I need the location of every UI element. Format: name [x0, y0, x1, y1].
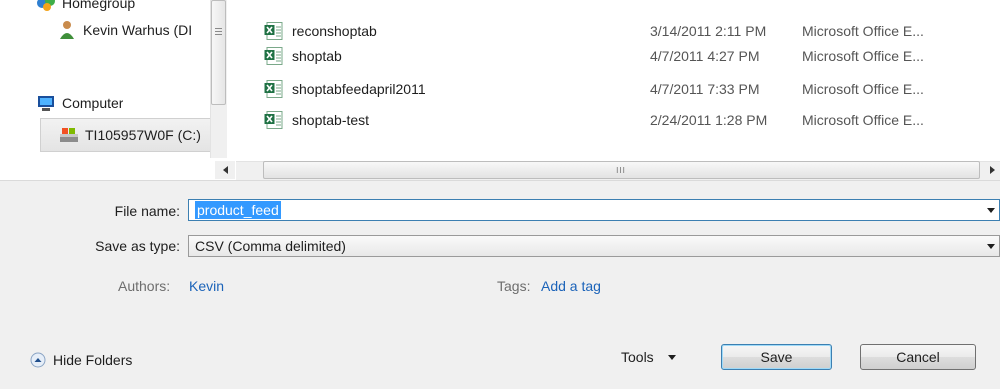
drive-icon [60, 128, 78, 142]
chevron-up-circle-icon [30, 352, 46, 368]
excel-file-icon [264, 47, 283, 65]
nav-item-label: Homegroup [62, 0, 136, 11]
scroll-grip-icon [215, 28, 222, 37]
save-button[interactable]: Save [721, 344, 832, 370]
file-name: shoptab-test [292, 112, 370, 128]
chevron-down-icon[interactable] [987, 244, 995, 249]
nav-item-label: Kevin Warhus (DI [83, 22, 193, 38]
computer-icon [38, 96, 54, 111]
file-row[interactable]: shoptab 4/7/2011 4:27 PM Microsoft Offic… [262, 44, 972, 68]
save-as-type-select[interactable]: CSV (Comma delimited) [188, 235, 1000, 257]
scroll-grip-icon: III [616, 165, 626, 175]
tools-menu-button[interactable]: Tools [621, 349, 676, 365]
homegroup-icon [37, 0, 55, 11]
save-as-type-label: Save as type: [95, 238, 180, 254]
filename-label: File name: [114, 203, 180, 219]
chevron-down-icon [667, 354, 676, 360]
chevron-left-icon [223, 166, 228, 174]
file-date: 3/14/2011 2:11 PM [650, 23, 767, 39]
excel-file-icon [264, 111, 283, 129]
nav-item-drive[interactable]: TI105957W0F (C:) [40, 118, 220, 152]
excel-file-icon [264, 80, 283, 98]
file-type: Microsoft Office E... [802, 23, 924, 39]
file-type: Microsoft Office E... [802, 81, 924, 97]
nav-item-label: TI105957W0F (C:) [85, 127, 201, 143]
hide-folders-label: Hide Folders [53, 352, 133, 368]
nav-scroll-thumb[interactable] [211, 0, 226, 105]
nav-item-homegroup[interactable]: Homegroup [36, 0, 135, 12]
authors-label: Authors: [118, 278, 171, 294]
file-type: Microsoft Office E... [802, 48, 924, 64]
user-icon [60, 21, 74, 39]
cancel-button[interactable]: Cancel [860, 344, 976, 370]
tools-label: Tools [621, 349, 654, 365]
file-date: 4/7/2011 7:33 PM [650, 81, 760, 97]
file-row[interactable]: reconshoptab 3/14/2011 2:11 PM Microsoft… [262, 19, 972, 43]
chevron-down-icon[interactable] [987, 208, 995, 213]
authors-value[interactable]: Kevin [189, 278, 224, 294]
add-tag-link[interactable]: Add a tag [541, 278, 601, 294]
nav-item-user[interactable]: Kevin Warhus (DI [58, 20, 210, 40]
file-date: 4/7/2011 4:27 PM [650, 48, 760, 64]
filename-value: product_feed [195, 201, 281, 219]
tags-label: Tags: [497, 278, 531, 294]
navigation-pane: Homegroup Kevin Warhus (DI Computer TI10… [0, 0, 232, 178]
horizontal-scroll-left-button[interactable] [215, 161, 235, 179]
file-row[interactable]: shoptab-test 2/24/2011 1:28 PM Microsoft… [262, 108, 972, 132]
file-type: Microsoft Office E... [802, 112, 924, 128]
file-name: shoptabfeedapril2011 [292, 81, 426, 97]
file-date: 2/24/2011 1:28 PM [650, 112, 768, 128]
file-name: reconshoptab [292, 23, 377, 39]
nav-item-computer[interactable]: Computer [36, 94, 123, 112]
file-name: shoptab [292, 48, 342, 64]
nav-item-label: Computer [62, 95, 124, 111]
excel-file-icon [264, 22, 283, 40]
chevron-right-icon[interactable] [990, 166, 995, 174]
save-as-type-value: CSV (Comma delimited) [195, 238, 346, 254]
file-row[interactable]: shoptabfeedapril2011 4/7/2011 7:33 PM Mi… [262, 77, 972, 101]
filename-field[interactable]: product_feed [188, 199, 1000, 221]
hide-folders-button[interactable]: Hide Folders [30, 352, 132, 368]
